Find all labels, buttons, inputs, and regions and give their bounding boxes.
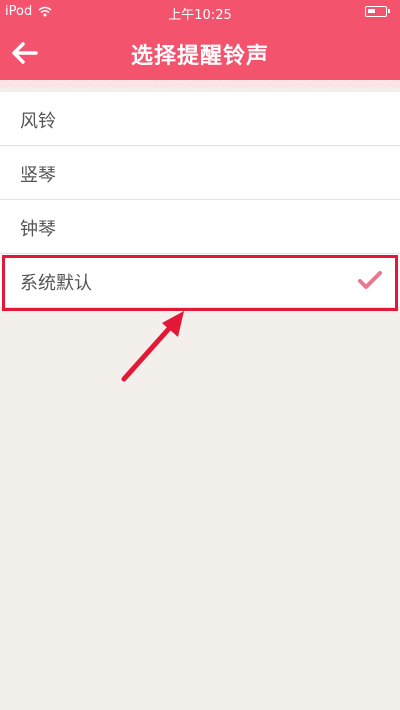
battery-icon bbox=[365, 6, 390, 17]
ringtone-label: 风铃 bbox=[20, 111, 56, 132]
header-wavy-edge bbox=[0, 80, 400, 89]
nav-bar: 选择提醒铃声 bbox=[0, 24, 400, 80]
status-time: 上午10:25 bbox=[168, 8, 232, 23]
ringtone-item-harp[interactable]: 竖琴 bbox=[0, 146, 400, 200]
ringtone-label: 竖琴 bbox=[20, 165, 56, 186]
page-title: 选择提醒铃声 bbox=[130, 44, 269, 69]
pointer-arrow-icon bbox=[121, 311, 184, 382]
ringtone-label: 钟琴 bbox=[20, 219, 56, 240]
ringtone-item-wind-chime[interactable]: 风铃 bbox=[0, 92, 400, 146]
header: iPod 上午10:25 选择提醒铃声 bbox=[0, 0, 400, 80]
status-bar: iPod 上午10:25 bbox=[0, 0, 400, 24]
ringtone-item-glockenspiel[interactable]: 钟琴 bbox=[0, 200, 400, 254]
selection-highlight bbox=[2, 255, 398, 311]
